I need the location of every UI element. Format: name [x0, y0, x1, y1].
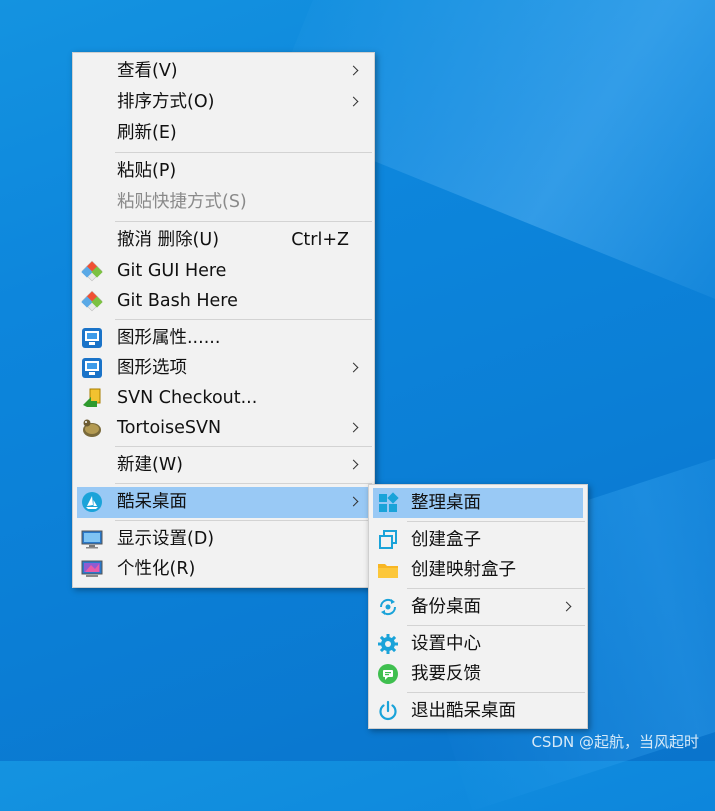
submenu-item-organize-desktop[interactable]: 整理桌面 — [373, 488, 583, 518]
menu-item-refresh[interactable]: 刷新(E) — [77, 118, 370, 148]
menu-item-label: 粘贴快捷方式(S) — [117, 192, 247, 212]
csdn-watermark: CSDN @起航，当风起时 — [531, 733, 699, 751]
menu-item-new[interactable]: 新建(W) — [77, 450, 370, 480]
menu-item-tortoisesvn[interactable]: TortoiseSVN — [77, 413, 370, 443]
personalize-icon — [81, 558, 103, 580]
chevron-right-icon — [348, 353, 362, 383]
svn-checkout-icon — [81, 387, 103, 409]
submenu-item-exit[interactable]: 退出酷呆桌面 — [373, 696, 583, 726]
menu-separator — [115, 446, 372, 447]
menu-separator — [115, 221, 372, 222]
chevron-right-icon — [348, 56, 362, 86]
backup-sync-icon — [377, 596, 399, 618]
menu-separator — [115, 483, 372, 484]
submenu-item-feedback[interactable]: 我要反馈 — [373, 659, 583, 689]
menu-item-label: 创建映射盒子 — [411, 560, 516, 580]
menu-separator — [407, 588, 585, 589]
chevron-right-icon — [348, 87, 362, 117]
copy-boxes-icon — [377, 529, 399, 551]
menu-item-label: 我要反馈 — [411, 664, 481, 684]
intel-graphics-icon — [81, 327, 103, 349]
chevron-right-icon — [348, 487, 362, 517]
menu-item-display-settings[interactable]: 显示设置(D) — [77, 524, 370, 554]
menu-item-view[interactable]: 查看(V) — [77, 56, 370, 86]
menu-item-label: 图形选项 — [117, 358, 187, 378]
menu-item-label: TortoiseSVN — [117, 418, 222, 438]
menu-item-graphics-options[interactable]: 图形选项 — [77, 353, 370, 383]
menu-item-undo-delete[interactable]: 撤消 删除(U) Ctrl+Z — [77, 225, 370, 255]
folder-icon — [377, 559, 399, 581]
menu-item-personalize[interactable]: 个性化(R) — [77, 554, 370, 584]
display-icon — [81, 528, 103, 550]
menu-item-svn-checkout[interactable]: SVN Checkout... — [77, 383, 370, 413]
menu-item-label: 刷新(E) — [117, 123, 177, 143]
menu-item-label: 创建盒子 — [411, 530, 481, 550]
menu-item-git-bash[interactable]: Git Bash Here — [77, 286, 370, 316]
menu-item-label: 图形属性...... — [117, 328, 221, 348]
menu-item-git-gui[interactable]: Git GUI Here — [77, 256, 370, 286]
menu-item-label: Git GUI Here — [117, 261, 227, 281]
menu-item-label: 撤消 删除(U) — [117, 230, 220, 250]
submenu-item-create-mapped-box[interactable]: 创建映射盒子 — [373, 555, 583, 585]
menu-item-sort-by[interactable]: 排序方式(O) — [77, 87, 370, 117]
menu-item-label: 新建(W) — [117, 455, 183, 475]
kudai-desktop-submenu: 整理桌面 创建盒子 创建映射盒子 备份桌面 设置中心 我要反馈 退出酷呆桌面 — [368, 484, 588, 729]
chevron-right-icon — [561, 592, 575, 622]
menu-item-paste[interactable]: 粘贴(P) — [77, 156, 370, 186]
gear-icon — [377, 633, 399, 655]
menu-separator — [115, 520, 372, 521]
menu-item-label: 个性化(R) — [117, 559, 196, 579]
chevron-right-icon — [348, 450, 362, 480]
menu-item-label: 酷呆桌面 — [117, 492, 187, 512]
git-icon — [81, 290, 103, 312]
menu-item-label: 设置中心 — [411, 634, 481, 654]
feedback-chat-icon — [377, 663, 399, 685]
menu-item-label: 粘贴(P) — [117, 161, 177, 181]
menu-item-label: Git Bash Here — [117, 291, 238, 311]
menu-separator — [407, 692, 585, 693]
grid-tiles-icon — [377, 492, 399, 514]
submenu-item-backup-desktop[interactable]: 备份桌面 — [373, 592, 583, 622]
menu-item-label: SVN Checkout... — [117, 388, 258, 408]
menu-item-label: 显示设置(D) — [117, 529, 215, 549]
git-icon — [81, 260, 103, 282]
menu-separator — [115, 152, 372, 153]
menu-item-label: 备份桌面 — [411, 597, 481, 617]
menu-item-paste-shortcut: 粘贴快捷方式(S) — [77, 187, 370, 217]
menu-item-label: 退出酷呆桌面 — [411, 701, 516, 721]
menu-item-label: 查看(V) — [117, 61, 178, 81]
menu-item-label: 整理桌面 — [411, 493, 481, 513]
menu-item-kudai-desktop[interactable]: 酷呆桌面 — [77, 487, 370, 518]
desktop-context-menu: 查看(V) 排序方式(O) 刷新(E) 粘贴(P) 粘贴快捷方式(S) 撤消 删… — [72, 52, 375, 588]
menu-separator — [115, 319, 372, 320]
power-icon — [377, 700, 399, 722]
chevron-right-icon — [348, 413, 362, 443]
submenu-item-create-box[interactable]: 创建盒子 — [373, 525, 583, 555]
shortcut-label: Ctrl+Z — [291, 230, 349, 250]
tortoise-icon — [81, 417, 103, 439]
menu-item-graphics-properties[interactable]: 图形属性...... — [77, 323, 370, 353]
menu-item-label: 排序方式(O) — [117, 92, 215, 112]
submenu-item-settings-center[interactable]: 设置中心 — [373, 629, 583, 659]
menu-separator — [407, 625, 585, 626]
intel-graphics-icon — [81, 357, 103, 379]
kudai-logo-icon — [81, 491, 103, 513]
menu-separator — [407, 521, 585, 522]
